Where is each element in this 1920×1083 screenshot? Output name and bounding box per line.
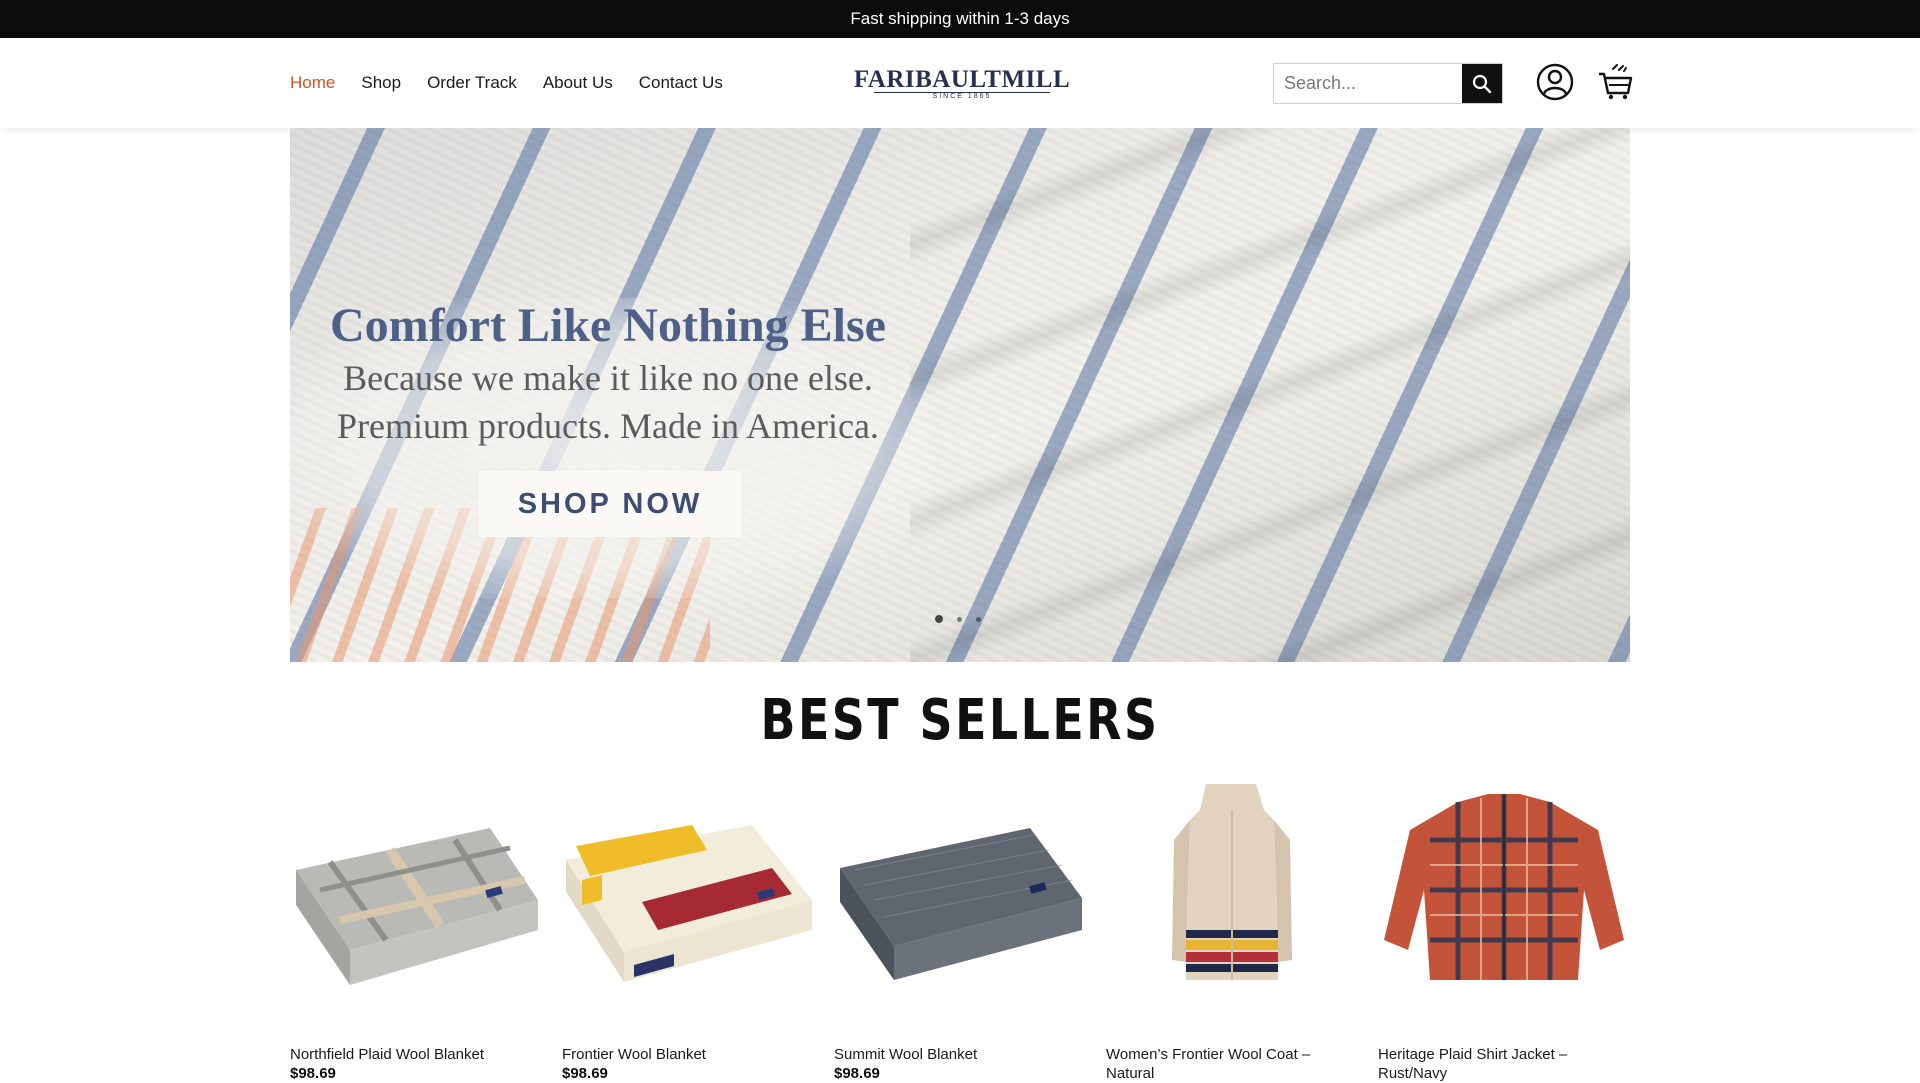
logo-tagline: SINCE 1865 [874,92,1050,101]
product-card[interactable]: Women’s Frontier Wool Coat – Natural [1106,780,1358,1082]
announcement-text: Fast shipping within 1-3 days [850,9,1070,28]
slider-dot-2[interactable] [957,616,962,622]
shop-now-button[interactable]: SHOP NOW [479,471,741,537]
product-card[interactable]: Northfield Plaid Wool Blanket $98.69 [290,780,542,1082]
search-icon [1472,74,1492,93]
slider-dot-1[interactable] [935,615,943,623]
nav-item-contact-us[interactable]: Contact Us [639,73,723,93]
product-image[interactable] [562,780,814,1030]
nav-item-shop[interactable]: Shop [361,73,401,93]
logo-wordmark: FARIBAULTMILL [853,66,1071,93]
slider-dot-3[interactable] [976,616,981,622]
site-header: Home Shop Order Track About Us Contact U… [0,38,1920,128]
slider-dots [935,615,981,623]
product-card[interactable]: Summit Wool Blanket $98.69 [834,780,1086,1082]
product-card[interactable]: Frontier Wool Blanket $98.69 [562,780,814,1082]
product-image[interactable] [1378,780,1630,1030]
product-image[interactable] [1106,780,1358,1030]
site-logo[interactable]: FARIBAULTMILL SINCE 1865 [854,67,1070,101]
nav-item-home[interactable]: Home [290,73,335,93]
account-icon[interactable] [1536,63,1574,101]
search-button[interactable] [1462,64,1502,103]
product-price: $98.69 [834,1065,880,1082]
product-name[interactable]: Frontier Wool Blanket [562,1045,814,1064]
hero-banner: Comfort Like Nothing Else Because we mak… [290,128,1630,662]
hero-title: Comfort Like Nothing Else [330,299,886,352]
search-input[interactable] [1274,64,1462,103]
hero-subtitle-line1: Because we make it like no one else. [343,358,873,398]
product-price: $98.69 [290,1065,336,1082]
nav-item-order-track[interactable]: Order Track [427,73,517,93]
search-form [1273,63,1503,104]
best-sellers-heading: BEST SELLERS [760,688,1160,753]
product-price: $98.69 [562,1065,608,1082]
product-name[interactable]: Summit Wool Blanket [834,1045,1086,1064]
product-name[interactable]: Heritage Plaid Shirt Jacket – Rust/Navy [1378,1045,1630,1083]
product-image[interactable] [290,780,542,1030]
product-card[interactable]: Heritage Plaid Shirt Jacket – Rust/Navy [1378,780,1630,1082]
hero-fabric-folds [910,128,1630,662]
cart-icon[interactable] [1597,63,1633,101]
nav-item-about-us[interactable]: About Us [543,73,613,93]
announcement-bar: Fast shipping within 1-3 days [0,0,1920,38]
hero-subtitle-line2: Premium products. Made in America. [337,406,879,446]
product-name[interactable]: Northfield Plaid Wool Blanket [290,1045,542,1064]
product-name[interactable]: Women’s Frontier Wool Coat – Natural [1106,1045,1358,1083]
main-nav: Home Shop Order Track About Us Contact U… [290,38,723,128]
product-image[interactable] [834,780,1086,1030]
